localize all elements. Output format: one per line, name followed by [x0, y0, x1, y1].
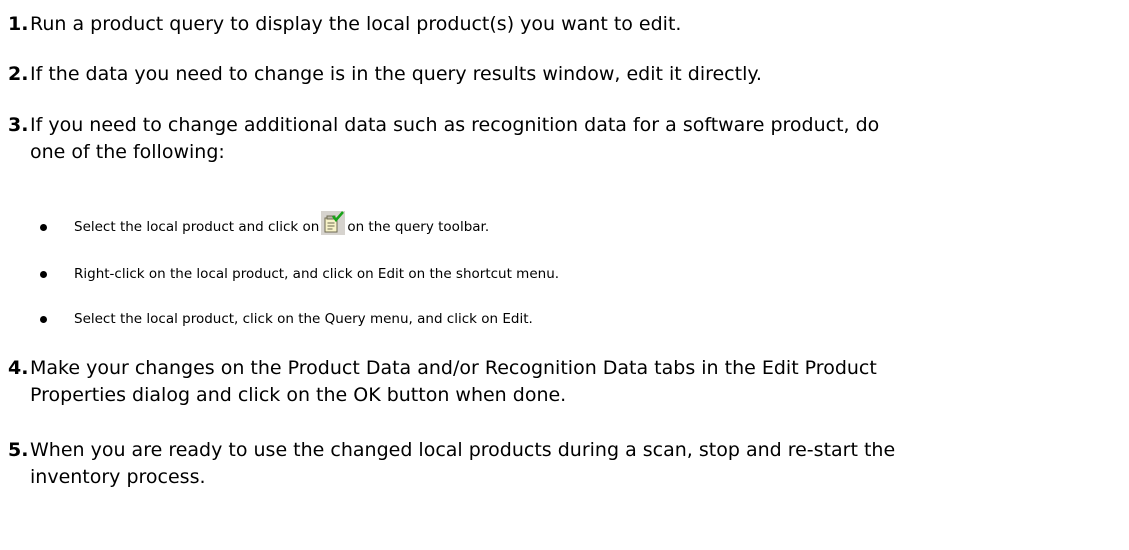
bullet-2: Right-click on the local product, and cl…: [40, 264, 559, 284]
step-text: Run a product query to display the local…: [30, 13, 682, 35]
step-number: 3.: [8, 114, 29, 136]
step-4: 4. Make your changes on the Product Data…: [8, 355, 1118, 406]
step-1: 1. Run a product query to display the lo…: [8, 11, 1118, 38]
bullet-1: Select the local product and click on on…: [40, 211, 489, 239]
step-3: 3. If you need to change additional data…: [8, 112, 1118, 163]
step-number: 1.: [8, 13, 29, 35]
edit-properties-icon[interactable]: [321, 211, 346, 235]
step-text: Make your changes on the Product Data an…: [30, 357, 877, 406]
step-5: 5. When you are ready to use the changed…: [8, 437, 1118, 488]
bullet-dot: [40, 315, 47, 323]
help-document: 1. Run a product query to display the lo…: [0, 0, 1129, 550]
bullet-dot: [40, 223, 47, 231]
bullet-3: Select the local product, click on the Q…: [40, 309, 533, 329]
step-2: 2. If the data you need to change is in …: [8, 61, 1118, 88]
step-number: 5.: [8, 439, 29, 461]
step-number: 4.: [8, 357, 29, 379]
bullet-dot: [40, 270, 47, 278]
step-text: When you are ready to use the changed lo…: [30, 439, 896, 488]
step-text: If you need to change additional data su…: [30, 114, 880, 163]
step-number: 2.: [8, 63, 29, 85]
step-text: If the data you need to change is in the…: [30, 63, 762, 85]
